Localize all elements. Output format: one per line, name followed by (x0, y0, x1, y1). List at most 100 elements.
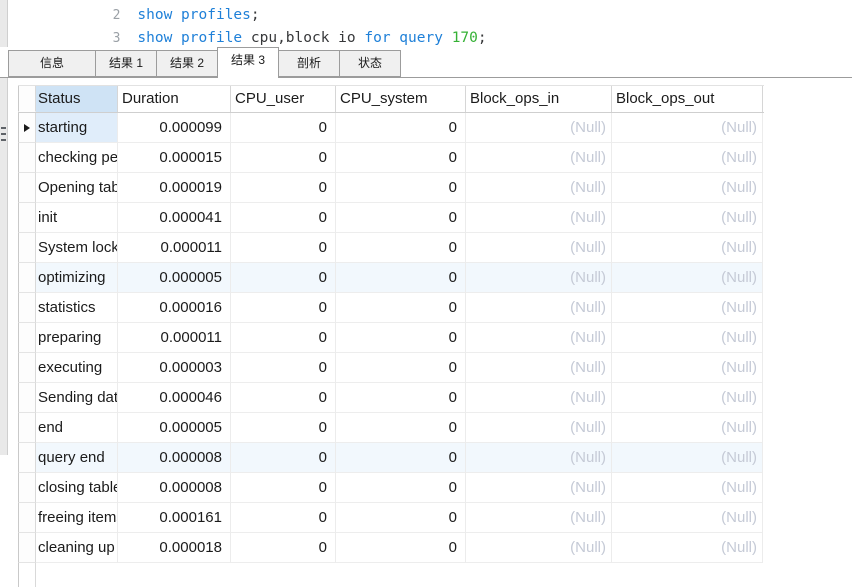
row-header[interactable] (18, 413, 36, 443)
row-header[interactable] (18, 503, 36, 533)
cell-cpu-user[interactable]: 0 (231, 233, 336, 263)
cell-block-ops-in[interactable]: (Null) (466, 113, 612, 143)
cell-cpu-system[interactable]: 0 (336, 293, 466, 323)
cell-cpu-system[interactable]: 0 (336, 323, 466, 353)
tab-3[interactable]: 结果 3 (217, 47, 279, 78)
corner-header[interactable] (18, 86, 36, 112)
cell-cpu-user[interactable]: 0 (231, 503, 336, 533)
cell-block-ops-in[interactable]: (Null) (466, 263, 612, 293)
column-header-cpu-user[interactable]: CPU_user (231, 86, 336, 112)
cell-block-ops-in[interactable]: (Null) (466, 353, 612, 383)
cell-cpu-user[interactable]: 0 (231, 143, 336, 173)
cell-cpu-user[interactable]: 0 (231, 413, 336, 443)
row-header[interactable] (18, 293, 36, 323)
cell-block-ops-out[interactable]: (Null) (612, 293, 763, 323)
column-header-duration[interactable]: Duration (118, 86, 231, 112)
cell-block-ops-in[interactable]: (Null) (466, 203, 612, 233)
cell-cpu-user[interactable]: 0 (231, 353, 336, 383)
cell-cpu-user[interactable]: 0 (231, 323, 336, 353)
cell-cpu-system[interactable]: 0 (336, 143, 466, 173)
cell-status[interactable]: optimizing (36, 263, 118, 293)
cell-block-ops-in[interactable]: (Null) (466, 233, 612, 263)
cell-block-ops-out[interactable]: (Null) (612, 263, 763, 293)
cell-block-ops-out[interactable]: (Null) (612, 173, 763, 203)
cell-cpu-system[interactable]: 0 (336, 533, 466, 563)
cell-block-ops-in[interactable]: (Null) (466, 293, 612, 323)
cell-cpu-user[interactable]: 0 (231, 173, 336, 203)
cell-status[interactable]: statistics (36, 293, 118, 323)
row-header[interactable] (18, 383, 36, 413)
cell-cpu-system[interactable]: 0 (336, 383, 466, 413)
cell-status[interactable]: freeing items (36, 503, 118, 533)
tab-4[interactable]: 剖析 (278, 50, 340, 77)
cell-block-ops-in[interactable]: (Null) (466, 383, 612, 413)
cell-duration[interactable]: 0.000099 (118, 113, 231, 143)
cell-status[interactable]: init (36, 203, 118, 233)
cell-cpu-system[interactable]: 0 (336, 233, 466, 263)
sql-editor[interactable]: 2show profiles; 3show profile cpu,block … (8, 0, 852, 46)
cell-block-ops-out[interactable]: (Null) (612, 323, 763, 353)
cell-block-ops-out[interactable]: (Null) (612, 533, 763, 563)
cell-block-ops-out[interactable]: (Null) (612, 203, 763, 233)
cell-status[interactable]: checking permissions (36, 143, 118, 173)
cell-cpu-system[interactable]: 0 (336, 173, 466, 203)
cell-duration[interactable]: 0.000008 (118, 443, 231, 473)
column-header-block-ops-in[interactable]: Block_ops_in (466, 86, 612, 112)
cell-status[interactable]: System lock (36, 233, 118, 263)
cell-block-ops-in[interactable]: (Null) (466, 533, 612, 563)
row-header[interactable] (18, 203, 36, 233)
cell-block-ops-in[interactable]: (Null) (466, 443, 612, 473)
cell-status[interactable]: query end (36, 443, 118, 473)
tab-2[interactable]: 结果 2 (156, 50, 218, 77)
cell-block-ops-in[interactable]: (Null) (466, 413, 612, 443)
cell-cpu-system[interactable]: 0 (336, 413, 466, 443)
row-header[interactable] (18, 353, 36, 383)
cell-cpu-user[interactable]: 0 (231, 533, 336, 563)
cell-duration[interactable]: 0.000008 (118, 473, 231, 503)
cell-cpu-user[interactable]: 0 (231, 473, 336, 503)
cell-duration[interactable]: 0.000019 (118, 173, 231, 203)
tab-5[interactable]: 状态 (339, 50, 401, 77)
cell-block-ops-out[interactable]: (Null) (612, 353, 763, 383)
cell-block-ops-in[interactable]: (Null) (466, 323, 612, 353)
cell-status[interactable]: starting (36, 113, 118, 143)
cell-duration[interactable]: 0.000046 (118, 383, 231, 413)
row-header[interactable] (18, 143, 36, 173)
cell-duration[interactable]: 0.000016 (118, 293, 231, 323)
cell-cpu-user[interactable]: 0 (231, 203, 336, 233)
cell-duration[interactable]: 0.000005 (118, 413, 231, 443)
row-header[interactable] (18, 233, 36, 263)
row-header[interactable] (18, 443, 36, 473)
cell-status[interactable]: end (36, 413, 118, 443)
cell-cpu-system[interactable]: 0 (336, 263, 466, 293)
cell-duration[interactable]: 0.000041 (118, 203, 231, 233)
cell-duration[interactable]: 0.000011 (118, 233, 231, 263)
cell-duration[interactable]: 0.000003 (118, 353, 231, 383)
cell-duration[interactable]: 0.000005 (118, 263, 231, 293)
cell-cpu-user[interactable]: 0 (231, 443, 336, 473)
cell-cpu-user[interactable]: 0 (231, 383, 336, 413)
cell-block-ops-out[interactable]: (Null) (612, 503, 763, 533)
cell-block-ops-in[interactable]: (Null) (466, 473, 612, 503)
column-header-cpu-system[interactable]: CPU_system (336, 86, 466, 112)
row-header[interactable] (18, 263, 36, 293)
cell-cpu-system[interactable]: 0 (336, 203, 466, 233)
column-header-status[interactable]: Status (36, 86, 118, 112)
cell-cpu-system[interactable]: 0 (336, 503, 466, 533)
cell-cpu-system[interactable]: 0 (336, 473, 466, 503)
cell-duration[interactable]: 0.000011 (118, 323, 231, 353)
cell-status[interactable]: Opening tables (36, 173, 118, 203)
row-header[interactable] (18, 533, 36, 563)
cell-status[interactable]: closing tables (36, 473, 118, 503)
row-header[interactable] (18, 113, 36, 143)
cell-cpu-user[interactable]: 0 (231, 113, 336, 143)
cell-block-ops-out[interactable]: (Null) (612, 233, 763, 263)
cell-block-ops-in[interactable]: (Null) (466, 143, 612, 173)
cell-block-ops-in[interactable]: (Null) (466, 173, 612, 203)
cell-block-ops-out[interactable]: (Null) (612, 143, 763, 173)
cell-block-ops-out[interactable]: (Null) (612, 113, 763, 143)
cell-status[interactable]: cleaning up (36, 533, 118, 563)
cell-status[interactable]: executing (36, 353, 118, 383)
cell-cpu-system[interactable]: 0 (336, 353, 466, 383)
cell-block-ops-out[interactable]: (Null) (612, 473, 763, 503)
